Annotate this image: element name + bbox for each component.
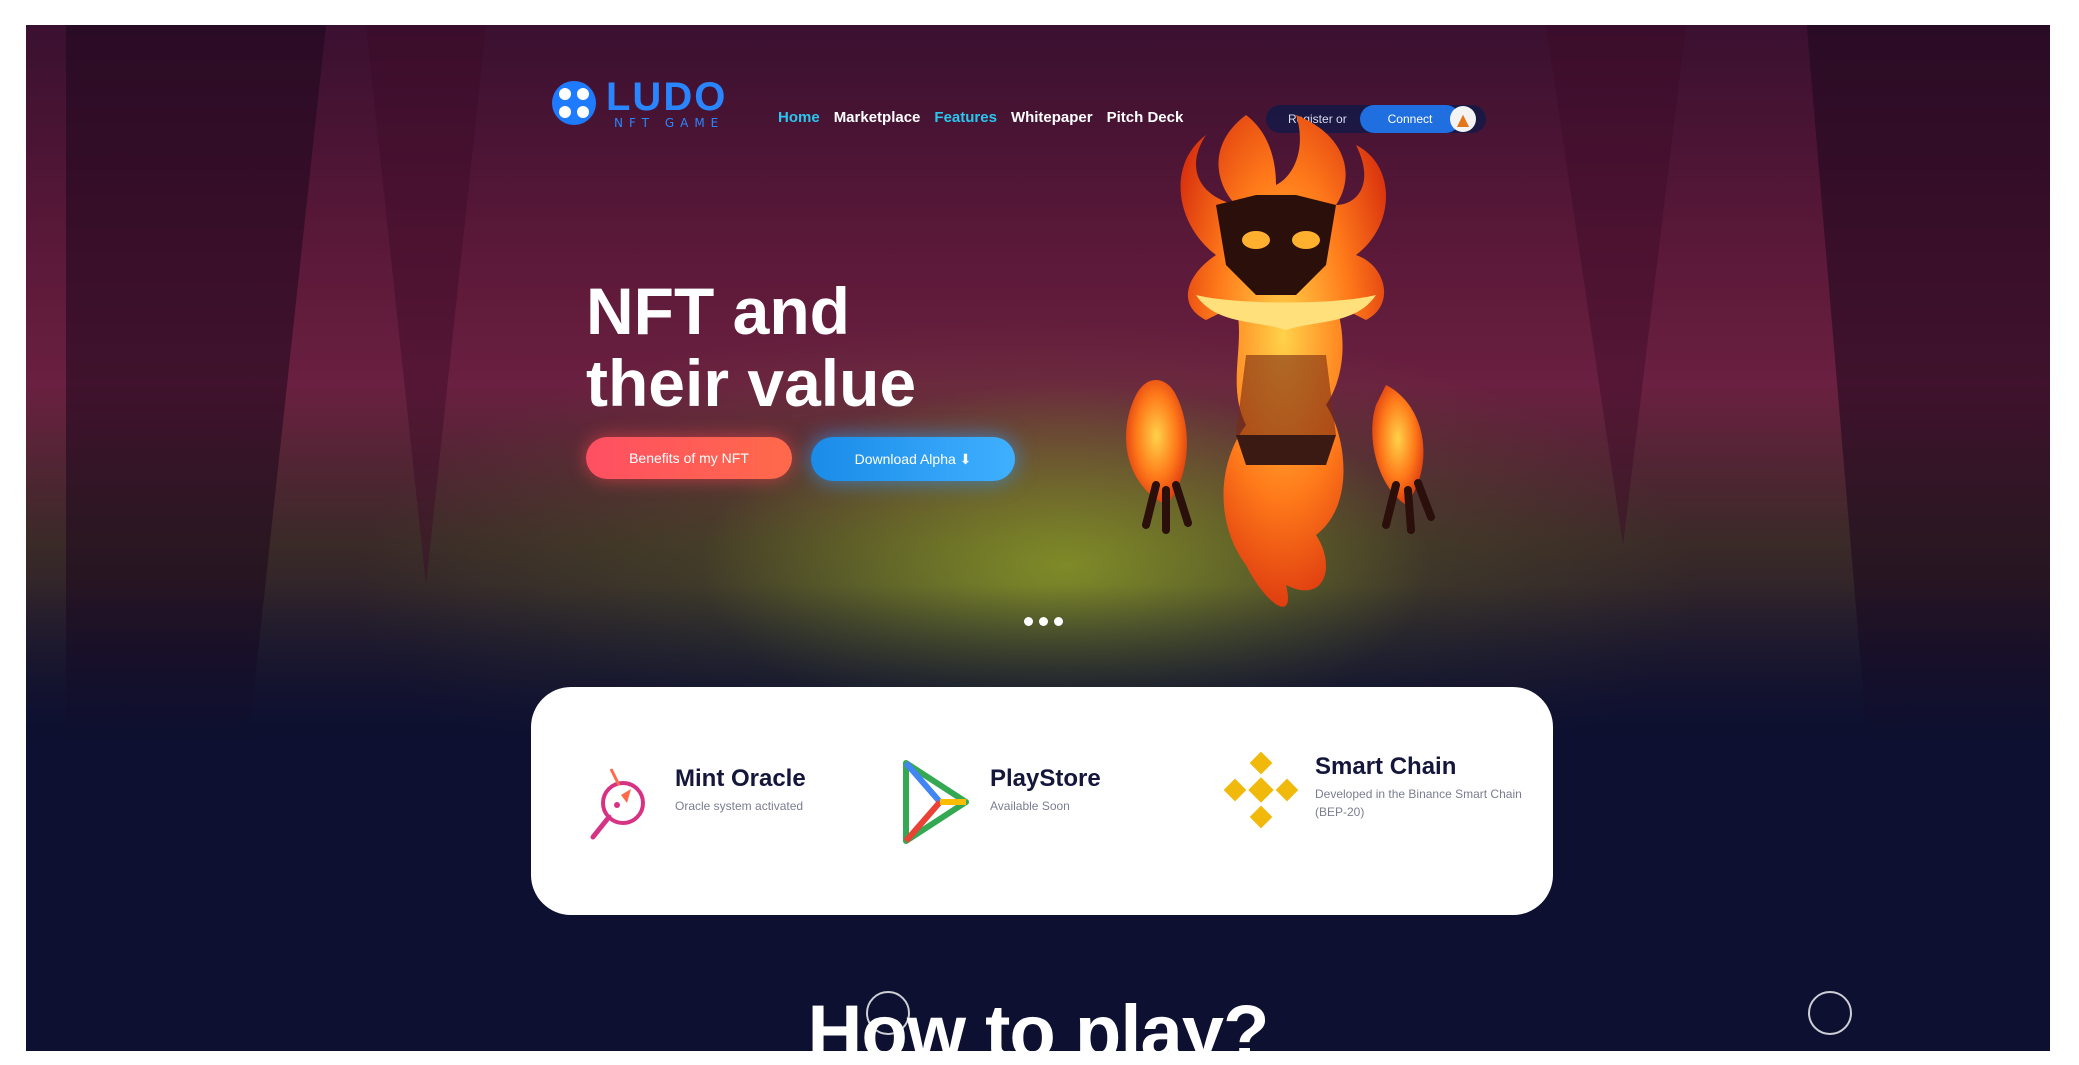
nav-home[interactable]: Home bbox=[778, 109, 820, 126]
nav-features[interactable]: Features bbox=[934, 109, 997, 126]
feature-title: Mint Oracle bbox=[675, 765, 806, 792]
hero-title-line2: their value bbox=[586, 346, 917, 420]
feature-title: PlayStore bbox=[990, 765, 1101, 792]
feature-desc: Oracle system activated bbox=[675, 799, 804, 813]
benefits-button[interactable]: Benefits of my NFT bbox=[586, 437, 792, 479]
logo[interactable]: LUDO NFT GAME bbox=[552, 77, 727, 129]
playstore-icon bbox=[903, 760, 969, 844]
feature-title: Smart Chain bbox=[1315, 753, 1457, 780]
stalactite bbox=[1546, 25, 1686, 545]
binance-icon bbox=[1223, 751, 1299, 829]
carousel-dot[interactable] bbox=[1054, 617, 1063, 626]
logo-dice-icon bbox=[552, 81, 596, 125]
oracle-icon bbox=[590, 768, 645, 840]
nav-whitepaper[interactable]: Whitepaper bbox=[1011, 109, 1093, 126]
feature-desc: Available Soon bbox=[990, 799, 1070, 813]
feature-smart-chain: Smart Chain Developed in the Binance Sma… bbox=[1221, 747, 1545, 833]
feature-mint-oracle: Mint Oracle Oracle system activated bbox=[581, 759, 806, 845]
features-card: Mint Oracle Oracle system activated Play… bbox=[531, 687, 1553, 915]
carousel-dots bbox=[1024, 617, 1063, 626]
feature-playstore: PlayStore Available Soon bbox=[896, 759, 1101, 845]
fire-demon-illustration bbox=[1126, 115, 1435, 607]
carousel-dot[interactable] bbox=[1039, 617, 1048, 626]
how-to-play-title: How to play? bbox=[807, 990, 1270, 1051]
logo-subtext: NFT GAME bbox=[614, 116, 725, 130]
feature-desc: Developed in the Binance Smart Chain (BE… bbox=[1315, 787, 1522, 819]
stalactite bbox=[366, 25, 486, 585]
cave-rock-right bbox=[1806, 25, 2050, 745]
hero-background bbox=[26, 25, 2050, 745]
carousel-dot[interactable] bbox=[1024, 617, 1033, 626]
logo-text: LUDO bbox=[606, 75, 728, 119]
nav-marketplace[interactable]: Marketplace bbox=[834, 109, 921, 126]
download-alpha-button[interactable]: Download Alpha ⬇ bbox=[811, 437, 1015, 481]
hero-title: NFT and their value bbox=[586, 275, 916, 419]
hero-title-line1: NFT and bbox=[586, 274, 850, 348]
cave-rock-left bbox=[66, 25, 326, 745]
browser-viewport: LUDO NFT GAME Home Marketplace Features … bbox=[26, 25, 2050, 1051]
